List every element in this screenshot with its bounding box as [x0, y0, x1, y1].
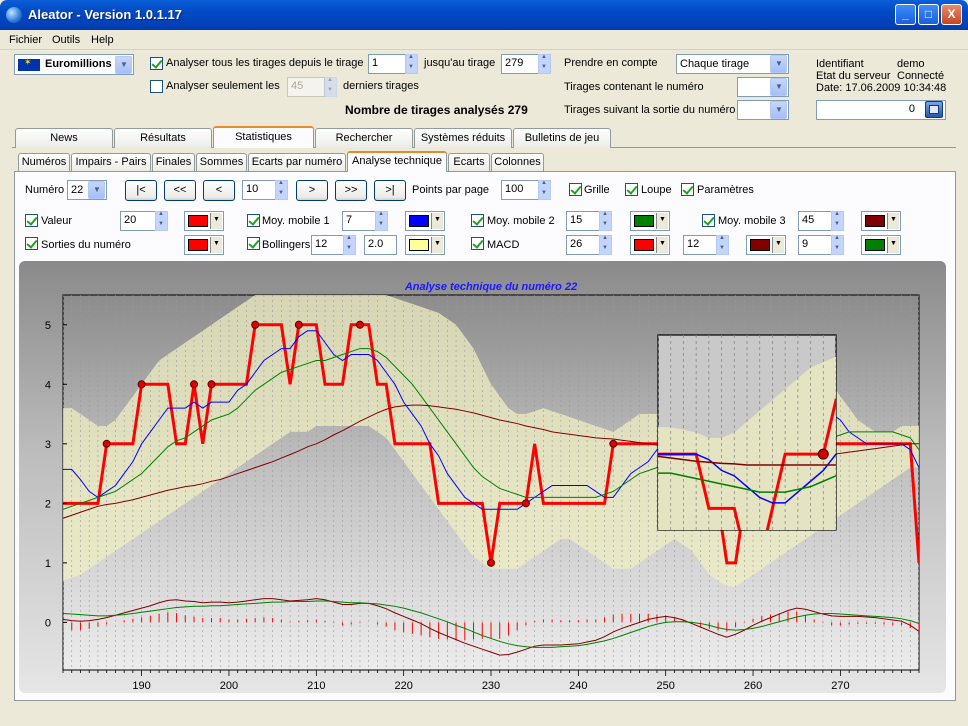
hit-marker — [207, 380, 216, 389]
hit-marker — [609, 439, 618, 448]
x-tick-label: 270 — [831, 680, 849, 692]
hit-marker — [251, 320, 260, 329]
x-tick-label: 210 — [307, 680, 325, 692]
x-tick-label: 190 — [132, 680, 150, 692]
hit-marker — [487, 558, 495, 567]
y-tick-label: 3 — [45, 439, 51, 451]
hit-marker — [137, 380, 146, 389]
y-tick-label: 0 — [45, 617, 51, 629]
x-tick-label: 220 — [394, 680, 412, 692]
x-tick-label: 230 — [482, 680, 500, 692]
loupe-hit-marker — [817, 448, 829, 460]
x-tick-label: 240 — [569, 680, 587, 692]
hit-marker — [355, 320, 364, 329]
y-tick-label: 5 — [45, 320, 51, 332]
hit-marker — [294, 320, 303, 329]
hit-marker — [190, 380, 199, 389]
hit-marker — [102, 439, 111, 448]
y-tick-label: 2 — [45, 498, 51, 510]
x-tick-label: 250 — [657, 680, 675, 692]
y-tick-label: 4 — [45, 379, 51, 391]
x-tick-label: 260 — [744, 680, 762, 692]
hit-marker — [521, 499, 530, 508]
y-tick-label: 1 — [45, 558, 51, 570]
technical-chart[interactable]: 0 1 2 3 4 5 190 200 210 220 230 240 250 260 270 Analyse… — [0, 0, 968, 726]
x-tick-label: 200 — [220, 680, 238, 692]
chart-title: Analyse technique du numéro 22 — [404, 281, 577, 293]
